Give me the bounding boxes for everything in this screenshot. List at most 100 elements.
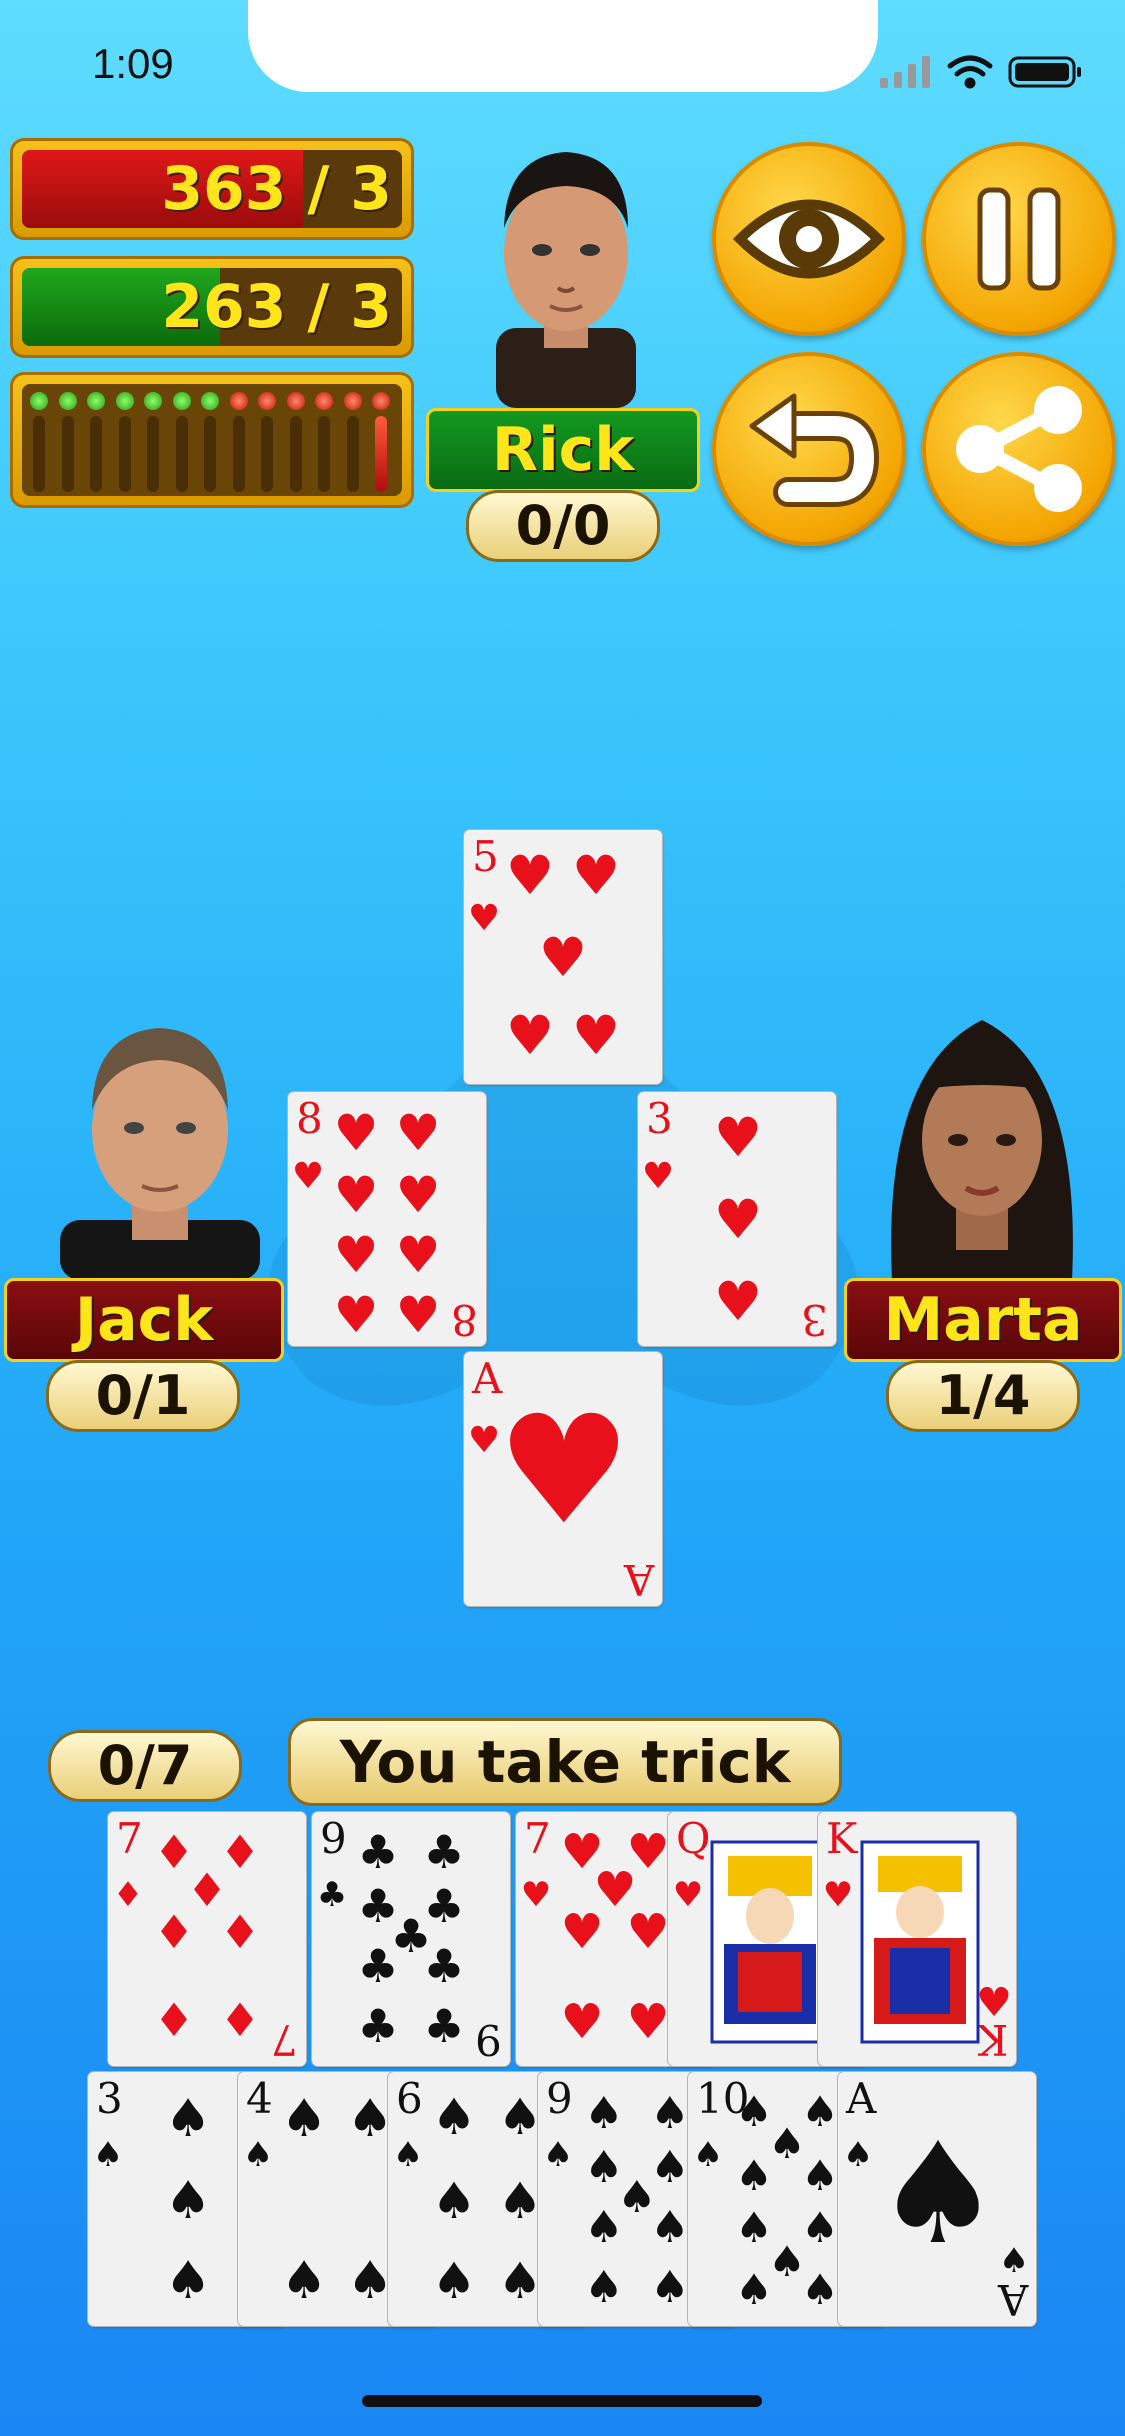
svg-text:♠: ♠ xyxy=(584,2202,623,2253)
hand-card[interactable]: K K ♥ ♥ xyxy=(818,1812,1016,2066)
rick-name-plate: Rick xyxy=(426,408,700,492)
meter-slot xyxy=(346,416,359,492)
meter-dot xyxy=(58,392,77,410)
svg-text:♠: ♠ xyxy=(768,2237,806,2286)
svg-text:♥: ♥ xyxy=(292,1156,324,1197)
jack-avatar xyxy=(60,1028,260,1280)
svg-text:♦: ♦ xyxy=(153,1905,194,1959)
undo-button[interactable] xyxy=(712,352,906,546)
svg-text:♠: ♠ xyxy=(801,2203,839,2252)
svg-text:♠: ♠ xyxy=(165,2171,212,2231)
svg-text:♣: ♣ xyxy=(423,1939,464,1993)
meter-dot xyxy=(315,392,333,410)
svg-text:♣: ♣ xyxy=(423,1999,464,2053)
view-button[interactable] xyxy=(712,142,906,336)
svg-text:♥: ♥ xyxy=(626,1994,669,2050)
svg-text:♥: ♥ xyxy=(396,1226,441,1284)
svg-text:♥: ♥ xyxy=(506,844,554,907)
svg-text:♥: ♥ xyxy=(468,1420,500,1461)
heart-pips: ♥ ♥ ♥ ♥ ♥ ♥ xyxy=(468,844,620,1067)
device-notch xyxy=(248,0,878,92)
svg-text:♥: ♥ xyxy=(506,1004,554,1067)
svg-text:♠: ♠ xyxy=(801,2265,839,2314)
svg-text:♥: ♥ xyxy=(334,1166,379,1224)
meter-slot xyxy=(118,416,131,492)
eye-icon xyxy=(732,199,886,279)
meter-slot xyxy=(204,416,216,492)
undo-icon xyxy=(749,393,880,507)
svg-text:♠: ♠ xyxy=(432,2088,477,2146)
svg-text:♦: ♦ xyxy=(113,1875,143,1915)
green-score-text: 263 / 3 xyxy=(161,272,392,342)
svg-text:♠: ♠ xyxy=(999,2241,1029,2281)
status-time: 1:09 xyxy=(92,40,174,87)
svg-text:♠: ♠ xyxy=(735,2087,773,2136)
heart-pips: ♥ ♥ xyxy=(468,1384,631,1558)
svg-text:♠: ♠ xyxy=(768,2119,806,2168)
svg-text:♥: ♥ xyxy=(334,1104,379,1162)
meter-dot xyxy=(30,392,48,410)
signal-icon xyxy=(880,56,930,88)
meter-dot xyxy=(229,392,248,410)
hand-card[interactable]: A A ♠ ♠ ♠ xyxy=(838,2072,1036,2326)
meter-dot xyxy=(172,392,191,410)
svg-text:♥: ♥ xyxy=(396,1104,441,1162)
svg-text:♥: ♥ xyxy=(334,1226,379,1284)
svg-text:♥: ♥ xyxy=(468,898,500,939)
svg-text:♥: ♥ xyxy=(976,1980,1012,2026)
red-score-text: 363 / 3 xyxy=(161,154,392,224)
svg-text:♦: ♦ xyxy=(219,1905,260,1959)
table-card-bottom: A A ♥ ♥ xyxy=(464,1352,662,1606)
svg-text:♠: ♠ xyxy=(650,2088,689,2139)
home-indicator[interactable] xyxy=(362,2395,762,2407)
marta-tricks: 1/4 xyxy=(886,1360,1080,1432)
svg-text:♠: ♠ xyxy=(543,2135,573,2175)
meter-dot xyxy=(201,392,219,410)
svg-text:♠: ♠ xyxy=(165,2251,212,2311)
heart-pips: ♥ ♥ ♥ ♥ ♥ ♥ ♥ ♥ ♥ xyxy=(292,1104,441,1344)
svg-text:♠: ♠ xyxy=(432,2172,477,2230)
svg-text:♥: ♥ xyxy=(714,1106,762,1169)
svg-text:♣: ♣ xyxy=(423,1825,464,1879)
king-face-art: ♥ ♥ xyxy=(823,1840,1012,2044)
svg-text:♣: ♣ xyxy=(357,1999,398,2053)
svg-text:♣: ♣ xyxy=(357,1825,398,1879)
svg-text:♠: ♠ xyxy=(93,2135,123,2175)
svg-text:♥: ♥ xyxy=(396,1166,441,1224)
svg-text:♠: ♠ xyxy=(347,2089,394,2149)
rick-avatar xyxy=(496,152,636,408)
svg-text:♠: ♠ xyxy=(498,2252,543,2310)
svg-text:♠: ♠ xyxy=(735,2203,773,2252)
svg-text:♥: ♥ xyxy=(539,926,587,989)
meter-slot xyxy=(61,416,74,492)
meter-slot xyxy=(147,416,159,492)
marta-name-plate: Marta xyxy=(844,1278,1122,1362)
club-pips: ♣ ♣ ♣ ♣ ♣ ♣ ♣ ♣ ♣ ♣ xyxy=(317,1825,465,2053)
svg-text:♥: ♥ xyxy=(823,1875,853,1915)
rick-tricks: 0/0 xyxy=(466,490,660,562)
svg-text:♠: ♠ xyxy=(165,2089,212,2149)
heart-pips: ♥ ♥ ♥ ♥ xyxy=(642,1106,762,1333)
svg-text:♥: ♥ xyxy=(714,1188,762,1251)
meter-slot xyxy=(289,416,302,492)
pause-button[interactable] xyxy=(922,142,1116,336)
share-button[interactable] xyxy=(922,352,1116,546)
hand-card[interactable]: 7 7 ♦ ♦ ♦ ♦ ♦ ♦ ♦ ♦ xyxy=(108,1812,306,2066)
meter-dot xyxy=(144,392,162,410)
svg-text:♦: ♦ xyxy=(219,1993,260,2047)
diamond-pips: ♦ ♦♦ ♦ ♦ ♦ ♦ ♦ xyxy=(113,1825,261,2047)
wifi-icon xyxy=(947,55,993,89)
svg-text:♥: ♥ xyxy=(396,1286,441,1344)
hand-card[interactable]: 9 9 ♣ ♣ ♣ ♣ ♣ ♣ ♣ ♣ ♣ ♣ xyxy=(312,1812,510,2066)
svg-text:♠: ♠ xyxy=(735,2151,773,2200)
red-team-score-bar: 363 / 3 xyxy=(10,138,414,240)
svg-text:♠: ♠ xyxy=(281,2089,328,2149)
meter-slot xyxy=(375,416,387,492)
svg-text:♥: ♥ xyxy=(572,1004,620,1067)
meter-dot xyxy=(372,392,390,410)
meter-dot xyxy=(286,392,305,410)
svg-text:♠: ♠ xyxy=(347,2251,394,2311)
svg-text:♠: ♠ xyxy=(650,2202,689,2253)
svg-text:♠: ♠ xyxy=(735,2265,773,2314)
share-icon xyxy=(956,386,1082,512)
